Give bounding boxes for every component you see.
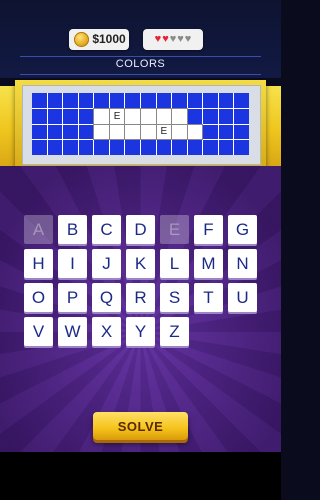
board-cell-hidden: [108, 123, 126, 141]
board-cell-empty: [187, 108, 203, 124]
bottom-bar: [0, 452, 281, 500]
letter-key-r[interactable]: R: [126, 283, 155, 312]
board-cell-empty: [234, 140, 249, 155]
board-cell-empty: [63, 140, 78, 155]
board-cell-empty: [203, 140, 218, 155]
board-cell-empty: [78, 140, 94, 155]
board-cell-empty: [234, 124, 249, 140]
letter-key-p[interactable]: P: [58, 283, 87, 312]
board-cell-empty: [203, 108, 218, 124]
board-cell-empty: [47, 93, 63, 108]
board-cell-empty: [32, 93, 47, 108]
board-cell-hidden: [124, 107, 141, 125]
board-cell-empty: [156, 93, 172, 108]
board-cell-empty: [203, 124, 218, 140]
board-cell-empty: [234, 93, 249, 108]
board-cell-revealed: E: [155, 123, 173, 141]
letter-keyboard: ABCDEFG HIJKLMN OPQRSTU VWXYZ: [24, 215, 260, 346]
heart-icon: ♥: [184, 33, 192, 45]
board-cell-empty: [78, 93, 94, 108]
board-cell-hidden: [93, 123, 110, 141]
board-cell-hidden: [140, 123, 157, 141]
letter-key-g[interactable]: G: [228, 215, 257, 244]
board-cell-empty: [203, 93, 218, 108]
board-cell-hidden: [186, 123, 204, 141]
heart-icon: ♥: [177, 33, 184, 45]
letter-key-o[interactable]: O: [24, 283, 53, 312]
heart-icon: ♥: [162, 33, 169, 45]
board-cell-hidden: [140, 107, 157, 125]
board-cell-empty: [63, 124, 78, 140]
board-cell-empty: [140, 140, 156, 155]
board-cell-empty: [218, 140, 234, 155]
letter-key-z[interactable]: Z: [160, 317, 189, 346]
letter-key-t[interactable]: T: [194, 283, 223, 312]
letter-key-y[interactable]: Y: [126, 317, 155, 346]
board-cell-empty: [140, 93, 156, 108]
letter-key-d[interactable]: D: [126, 215, 155, 244]
board-cell-empty: [218, 93, 234, 108]
letter-key-q[interactable]: Q: [92, 283, 121, 312]
board-cell-hidden: [93, 107, 110, 125]
category-line-bottom: [20, 74, 261, 75]
category-line-top: [20, 56, 261, 57]
board-cell-empty: [94, 140, 109, 155]
board-cell-empty: [32, 124, 47, 140]
lives-indicator: ♥ ♥ ♥ ♥ ♥: [143, 29, 203, 50]
board-cell-empty: [218, 108, 234, 124]
board-cell-empty: [63, 108, 78, 124]
heart-icon: ♥: [154, 33, 162, 45]
board-cell-empty: [218, 124, 234, 140]
letter-key-m[interactable]: M: [194, 249, 223, 278]
board-cell-empty: [172, 93, 187, 108]
board-cell-revealed: E: [108, 107, 126, 125]
letter-key-j[interactable]: J: [92, 249, 121, 278]
puzzle-grid: EE: [32, 93, 249, 155]
coin-amount: $1000: [92, 32, 126, 46]
board-cell-hidden: [124, 123, 141, 141]
letter-key-v[interactable]: V: [24, 317, 53, 346]
board-cell-empty: [32, 108, 47, 124]
board-cell-empty: [187, 140, 203, 155]
letter-key-b[interactable]: B: [58, 215, 87, 244]
board-cell-empty: [94, 93, 109, 108]
board-cell-empty: [172, 140, 187, 155]
letter-key-x[interactable]: X: [92, 317, 121, 346]
board-cell-empty: [234, 108, 249, 124]
board-cell-empty: [156, 140, 172, 155]
board-cell-empty: [187, 93, 203, 108]
letter-key-e: E: [160, 215, 189, 244]
board-cell-empty: [32, 140, 47, 155]
board-cell-empty: [63, 93, 78, 108]
board-cell-hidden: [171, 123, 188, 141]
board-cell-empty: [109, 93, 125, 108]
letter-key-s[interactable]: S: [160, 283, 189, 312]
gold-coin-icon: [74, 32, 89, 47]
letter-key-h[interactable]: H: [24, 249, 53, 278]
heart-icon: ♥: [169, 33, 177, 45]
coin-counter: $1000: [69, 29, 129, 50]
letter-key-k[interactable]: K: [126, 249, 155, 278]
board-cell-empty: [109, 140, 125, 155]
letter-key-f[interactable]: F: [194, 215, 223, 244]
letter-key-l[interactable]: L: [160, 249, 189, 278]
board-cell-empty: [47, 124, 63, 140]
category-title: COLORS: [115, 58, 166, 70]
letter-key-n[interactable]: N: [228, 249, 257, 278]
board-cell-empty: [125, 140, 140, 155]
board-cell-hidden: [155, 107, 173, 125]
board-cell-empty: [47, 108, 63, 124]
letter-key-a: A: [24, 215, 53, 244]
letter-key-u[interactable]: U: [228, 283, 257, 312]
letter-key-w[interactable]: W: [58, 317, 87, 346]
letter-key-i[interactable]: I: [58, 249, 87, 278]
board-cell-empty: [78, 108, 94, 124]
board-cell-empty: [78, 124, 94, 140]
solve-button[interactable]: SOLVE: [93, 412, 188, 440]
letter-key-c[interactable]: C: [92, 215, 121, 244]
board-cell-empty: [125, 93, 140, 108]
board-cell-hidden: [171, 107, 188, 125]
board-cell-empty: [47, 140, 63, 155]
